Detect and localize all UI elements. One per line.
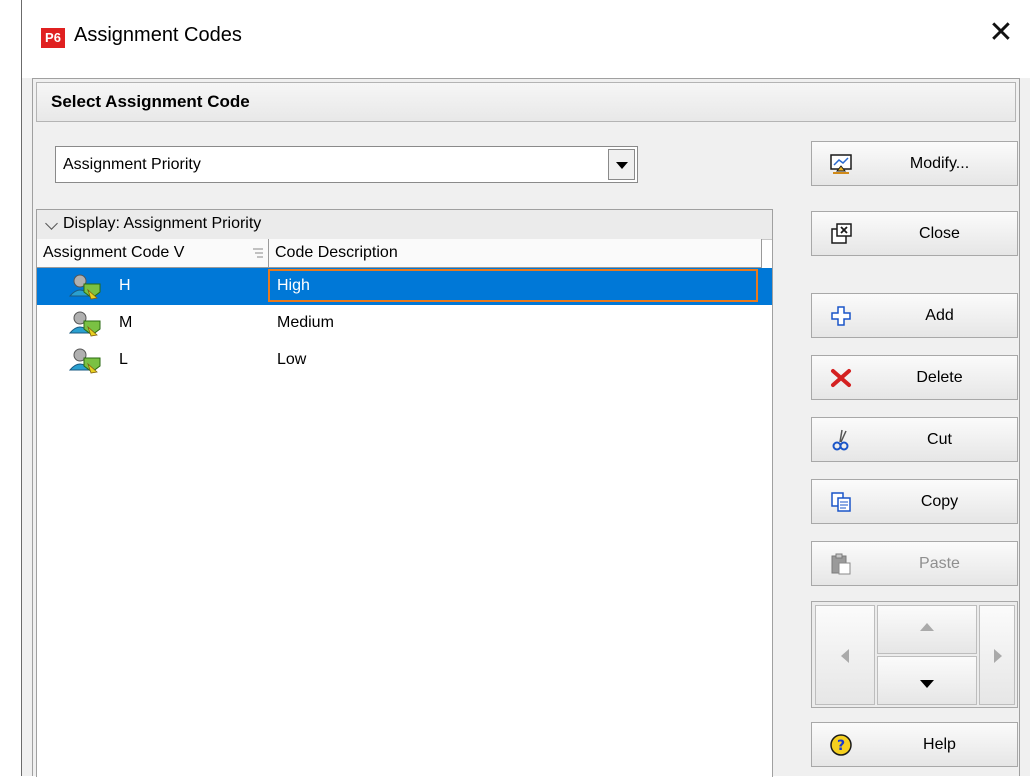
delete-icon [831, 369, 851, 387]
move-down-button[interactable] [877, 656, 977, 705]
help-label: Help [923, 736, 956, 753]
copy-button[interactable]: Copy [811, 479, 1018, 524]
table-row[interactable]: H High [37, 268, 772, 305]
delete-button[interactable]: Delete [811, 355, 1018, 400]
arrow-up-icon [920, 623, 934, 631]
cut-button[interactable]: Cut [811, 417, 1018, 462]
arrow-down-icon [920, 680, 934, 688]
paste-label: Paste [919, 555, 960, 572]
close-window-icon [831, 223, 852, 244]
assignment-codes-dialog: P6 Assignment Codes ✕ Select Assignment … [21, 0, 1030, 777]
column-header-description[interactable]: Code Description [269, 239, 762, 268]
row-description: Low [277, 351, 307, 368]
column-filter-icon[interactable] [252, 247, 264, 259]
row-description: Medium [277, 314, 334, 331]
select-value: Assignment Priority [63, 156, 201, 173]
help-icon: ? [830, 734, 852, 756]
section-title: Select Assignment Code [51, 92, 250, 111]
paste-button[interactable]: Paste [811, 541, 1018, 586]
assignment-code-icon [68, 348, 101, 374]
add-button[interactable]: Add [811, 293, 1018, 338]
close-label: Close [919, 225, 960, 242]
svg-text:?: ? [837, 738, 845, 754]
p6-logo-icon: P6 [41, 28, 65, 48]
title-bar: P6 Assignment Codes ✕ [22, 0, 1030, 78]
move-up-button[interactable] [877, 605, 977, 654]
assignment-code-select[interactable]: Assignment Priority [55, 146, 638, 183]
scissors-icon [832, 429, 849, 451]
group-label: Display: Assignment Priority [63, 215, 262, 232]
assignment-code-icon [68, 274, 101, 300]
add-label: Add [925, 307, 954, 324]
modify-icon [830, 154, 852, 174]
move-left-button[interactable] [815, 605, 875, 705]
column-header-code-label: Assignment Code V [43, 244, 185, 261]
cut-label: Cut [927, 431, 952, 448]
row-description: High [277, 277, 310, 294]
assignment-code-icon [68, 311, 101, 337]
help-button[interactable]: ? Help [811, 722, 1018, 767]
column-header-code[interactable]: Assignment Code V [37, 239, 269, 268]
window-title: Assignment Codes [74, 24, 242, 46]
focused-cell[interactable] [268, 269, 758, 302]
section-header: Select Assignment Code [36, 82, 1016, 122]
dialog-body: Select Assignment Code Assignment Priori… [32, 78, 1020, 777]
row-code: H [119, 277, 131, 294]
delete-label: Delete [916, 369, 963, 386]
table-row[interactable]: L Low [37, 342, 772, 379]
add-icon [831, 306, 851, 326]
close-button[interactable]: Close [811, 211, 1018, 256]
modify-label: Modify... [909, 155, 970, 172]
modify-button[interactable]: Modify... [811, 141, 1018, 186]
move-right-button[interactable] [979, 605, 1015, 705]
group-band[interactable]: Display: Assignment Priority [37, 210, 772, 240]
move-controls [811, 601, 1018, 708]
copy-icon [831, 492, 851, 512]
arrow-right-icon [994, 649, 1002, 663]
window-close-icon[interactable]: ✕ [986, 18, 1016, 48]
table-row[interactable]: M Medium [37, 305, 772, 342]
row-code: L [119, 351, 128, 368]
collapse-chevron-icon[interactable] [45, 217, 58, 230]
column-header-description-label: Code Description [275, 244, 398, 261]
arrow-left-icon [841, 649, 849, 663]
row-code: M [119, 314, 133, 331]
codes-table: Display: Assignment Priority Assignment … [36, 209, 773, 777]
copy-label: Copy [920, 493, 959, 510]
dropdown-arrow-icon[interactable] [608, 149, 635, 180]
paste-icon [831, 553, 851, 575]
